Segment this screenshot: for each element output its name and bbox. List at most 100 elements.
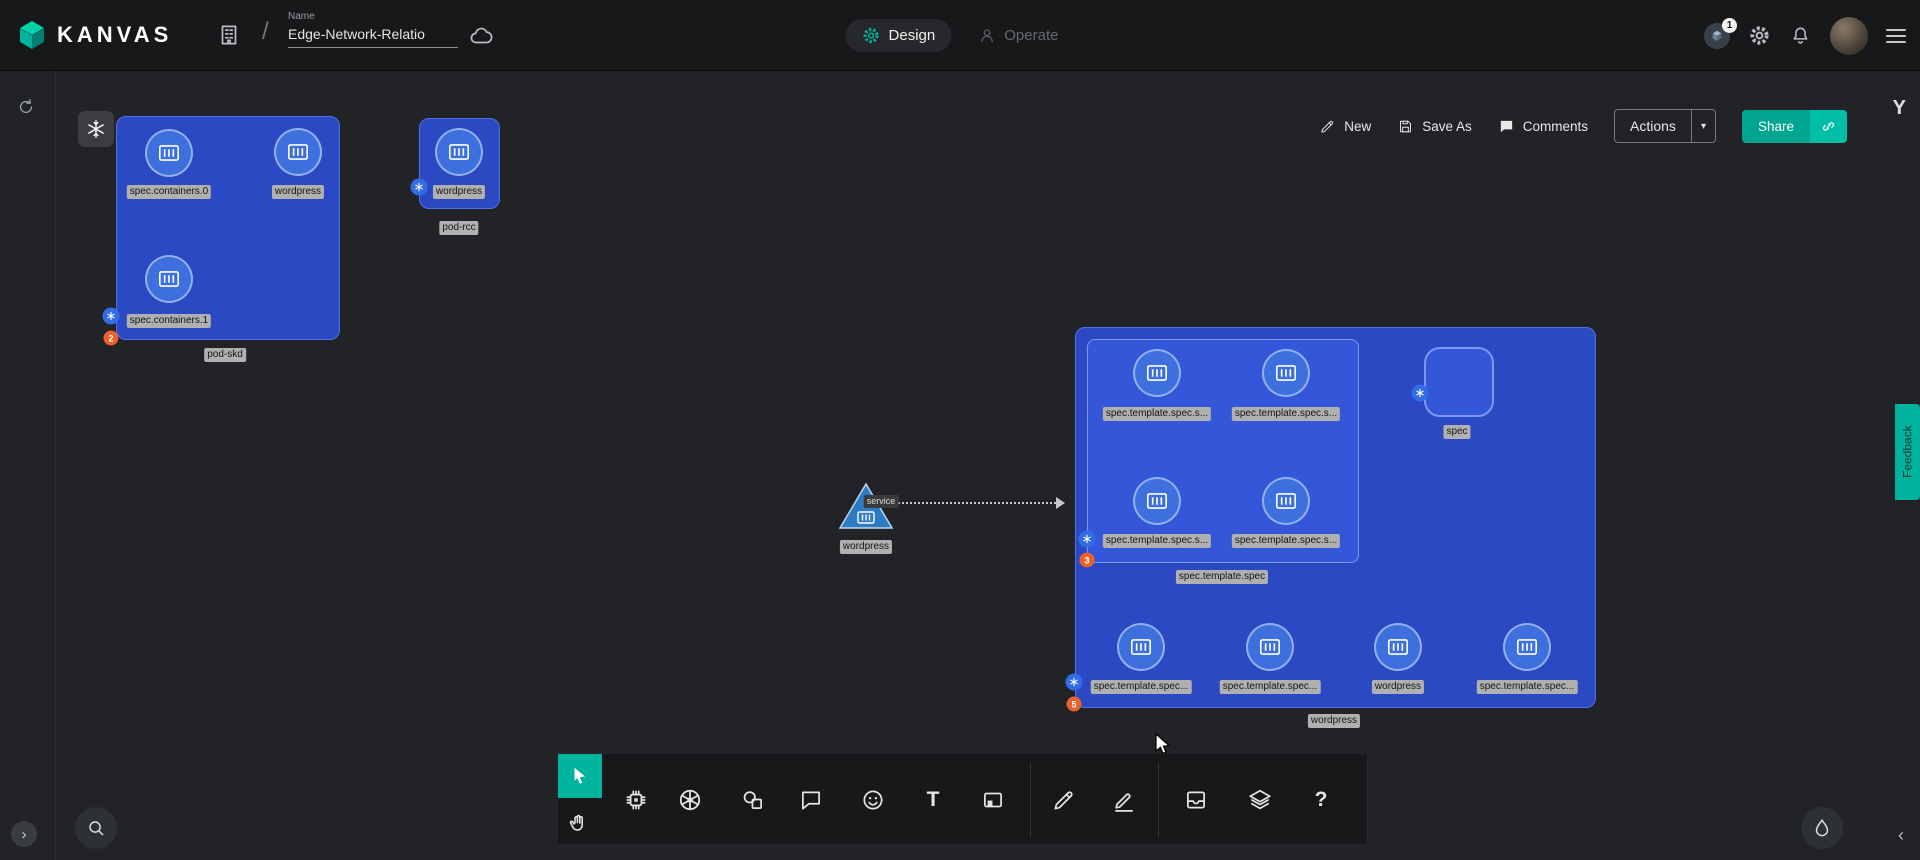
copy-link-button[interactable] <box>1810 110 1847 143</box>
pan-tool[interactable] <box>567 812 591 836</box>
node-template-spec-0[interactable] <box>1133 349 1181 397</box>
node-spec-containers-0[interactable] <box>145 129 193 177</box>
cloud-sync-icon[interactable] <box>468 23 494 49</box>
node-label: spec.template.spec.s... <box>1232 407 1340 421</box>
pencil-tool[interactable] <box>1051 787 1077 813</box>
save-as-label: Save As <box>1422 119 1472 134</box>
settings-gear-icon[interactable] <box>1748 24 1771 47</box>
container-icon <box>1144 488 1170 514</box>
node-template-spec-3[interactable] <box>1262 477 1310 525</box>
kubernetes-wheel-icon <box>677 787 704 814</box>
comment-icon <box>1498 118 1515 135</box>
node-label: wordpress <box>840 540 892 554</box>
droplet-icon <box>1811 817 1833 839</box>
snowflake-icon <box>85 118 107 140</box>
refresh-icon[interactable] <box>16 97 36 117</box>
new-button[interactable]: New <box>1319 118 1371 135</box>
container-icon <box>446 139 472 165</box>
notification-count-badge: 1 <box>1722 18 1737 33</box>
edge-label: service <box>864 495 899 508</box>
kubernetes-badge-icon <box>411 179 428 196</box>
node-bottom-1[interactable] <box>1246 623 1294 671</box>
edge-arrowhead <box>1056 497 1065 509</box>
design-name-label: Name <box>288 11 458 22</box>
edit-tool[interactable] <box>1111 787 1137 813</box>
kubernetes-badge-icon <box>1412 385 1429 402</box>
comments-button[interactable]: Comments <box>1498 118 1588 135</box>
node-bottom-0[interactable] <box>1117 623 1165 671</box>
kanvas-logo[interactable]: KANVAS <box>16 19 172 51</box>
app-header: KANVAS / Name Design Operate 1 <box>0 0 1920 71</box>
magnifier-icon <box>85 817 107 839</box>
help-tool[interactable]: ? <box>1315 788 1328 812</box>
drawer-tool[interactable] <box>1183 787 1209 813</box>
design-name-input[interactable] <box>288 22 458 48</box>
node-wordpress-1[interactable] <box>274 128 322 176</box>
design-name-field: Name <box>288 11 458 48</box>
kubernetes-badge-icon <box>1066 674 1083 691</box>
select-tool[interactable] <box>558 754 602 798</box>
pen-underline-icon <box>1111 787 1137 813</box>
node-label: spec.template.spec... <box>1220 680 1321 694</box>
feedback-tab[interactable]: Feedback <box>1895 404 1920 500</box>
save-as-button[interactable]: Save As <box>1397 118 1472 135</box>
share-button[interactable]: Share <box>1742 110 1810 143</box>
kubernetes-badge-icon <box>103 308 120 325</box>
node-spec[interactable] <box>1424 347 1494 417</box>
node-label: spec.template.spec.s... <box>1103 534 1211 548</box>
container-icon <box>1257 634 1283 660</box>
organization-icon[interactable] <box>216 22 242 48</box>
node-bottom-2[interactable] <box>1374 623 1422 671</box>
ink-drop-button[interactable] <box>1801 807 1843 849</box>
chevron-right-icon: › <box>22 826 27 843</box>
components-tool[interactable] <box>623 787 649 813</box>
mode-tabs: Design Operate <box>846 0 1075 71</box>
design-canvas[interactable]: New Save As Comments Actions ▾ Share <box>0 71 1920 860</box>
actions-button[interactable]: Actions <box>1615 110 1691 142</box>
notifications-bell-icon[interactable] <box>1789 24 1812 47</box>
group-label: spec.template.spec <box>1176 570 1268 584</box>
hand-icon <box>567 812 591 836</box>
node-template-spec-1[interactable] <box>1262 349 1310 397</box>
snapshot-snowflake-button[interactable] <box>78 111 114 147</box>
node-bottom-3[interactable] <box>1503 623 1551 671</box>
zoom-button[interactable] <box>75 807 117 849</box>
actions-dropdown-caret[interactable]: ▾ <box>1691 110 1715 142</box>
node-wordpress-2[interactable] <box>435 128 483 176</box>
header-right-cluster: 1 <box>1704 0 1906 71</box>
node-label: spec.containers.1 <box>127 314 211 328</box>
cloud-profile-icon[interactable]: 1 <box>1704 23 1730 49</box>
container-icon <box>156 140 182 166</box>
container-icon <box>1128 634 1154 660</box>
shapes-tool[interactable] <box>740 787 766 813</box>
text-tool[interactable]: T <box>927 788 940 812</box>
error-count-badge: 5 <box>1067 697 1082 712</box>
node-template-spec-2[interactable] <box>1133 477 1181 525</box>
new-label: New <box>1344 119 1371 134</box>
layers-tool[interactable] <box>1247 787 1273 813</box>
group-spec-template-spec[interactable] <box>1087 339 1359 563</box>
sticker-icon <box>860 787 886 813</box>
collapse-right-panel-button[interactable]: ‹ <box>1898 825 1904 846</box>
tool-dock: T ? <box>557 753 1368 845</box>
tab-operate[interactable]: Operate <box>961 19 1074 52</box>
cursor-icon <box>569 765 591 787</box>
frame-tool[interactable] <box>980 787 1006 813</box>
dock-separator <box>1030 762 1031 838</box>
expand-left-panel-button[interactable]: › <box>11 821 37 847</box>
tab-design-label: Design <box>889 27 936 44</box>
kubernetes-tool[interactable] <box>677 787 704 814</box>
comments-label: Comments <box>1523 119 1588 134</box>
tab-design[interactable]: Design <box>846 19 952 52</box>
node-label: spec.template.spec... <box>1091 680 1192 694</box>
kubernetes-badge-icon <box>1079 531 1096 548</box>
comment-tool[interactable] <box>798 787 824 813</box>
container-icon <box>1514 634 1540 660</box>
sticker-tool[interactable] <box>860 787 886 813</box>
user-avatar[interactable] <box>1830 17 1868 55</box>
error-count-badge: 3 <box>1080 553 1095 568</box>
container-icon <box>285 139 311 165</box>
hamburger-menu-icon[interactable] <box>1886 29 1906 43</box>
node-spec-containers-1[interactable] <box>145 255 193 303</box>
brand-name: KANVAS <box>57 22 172 48</box>
